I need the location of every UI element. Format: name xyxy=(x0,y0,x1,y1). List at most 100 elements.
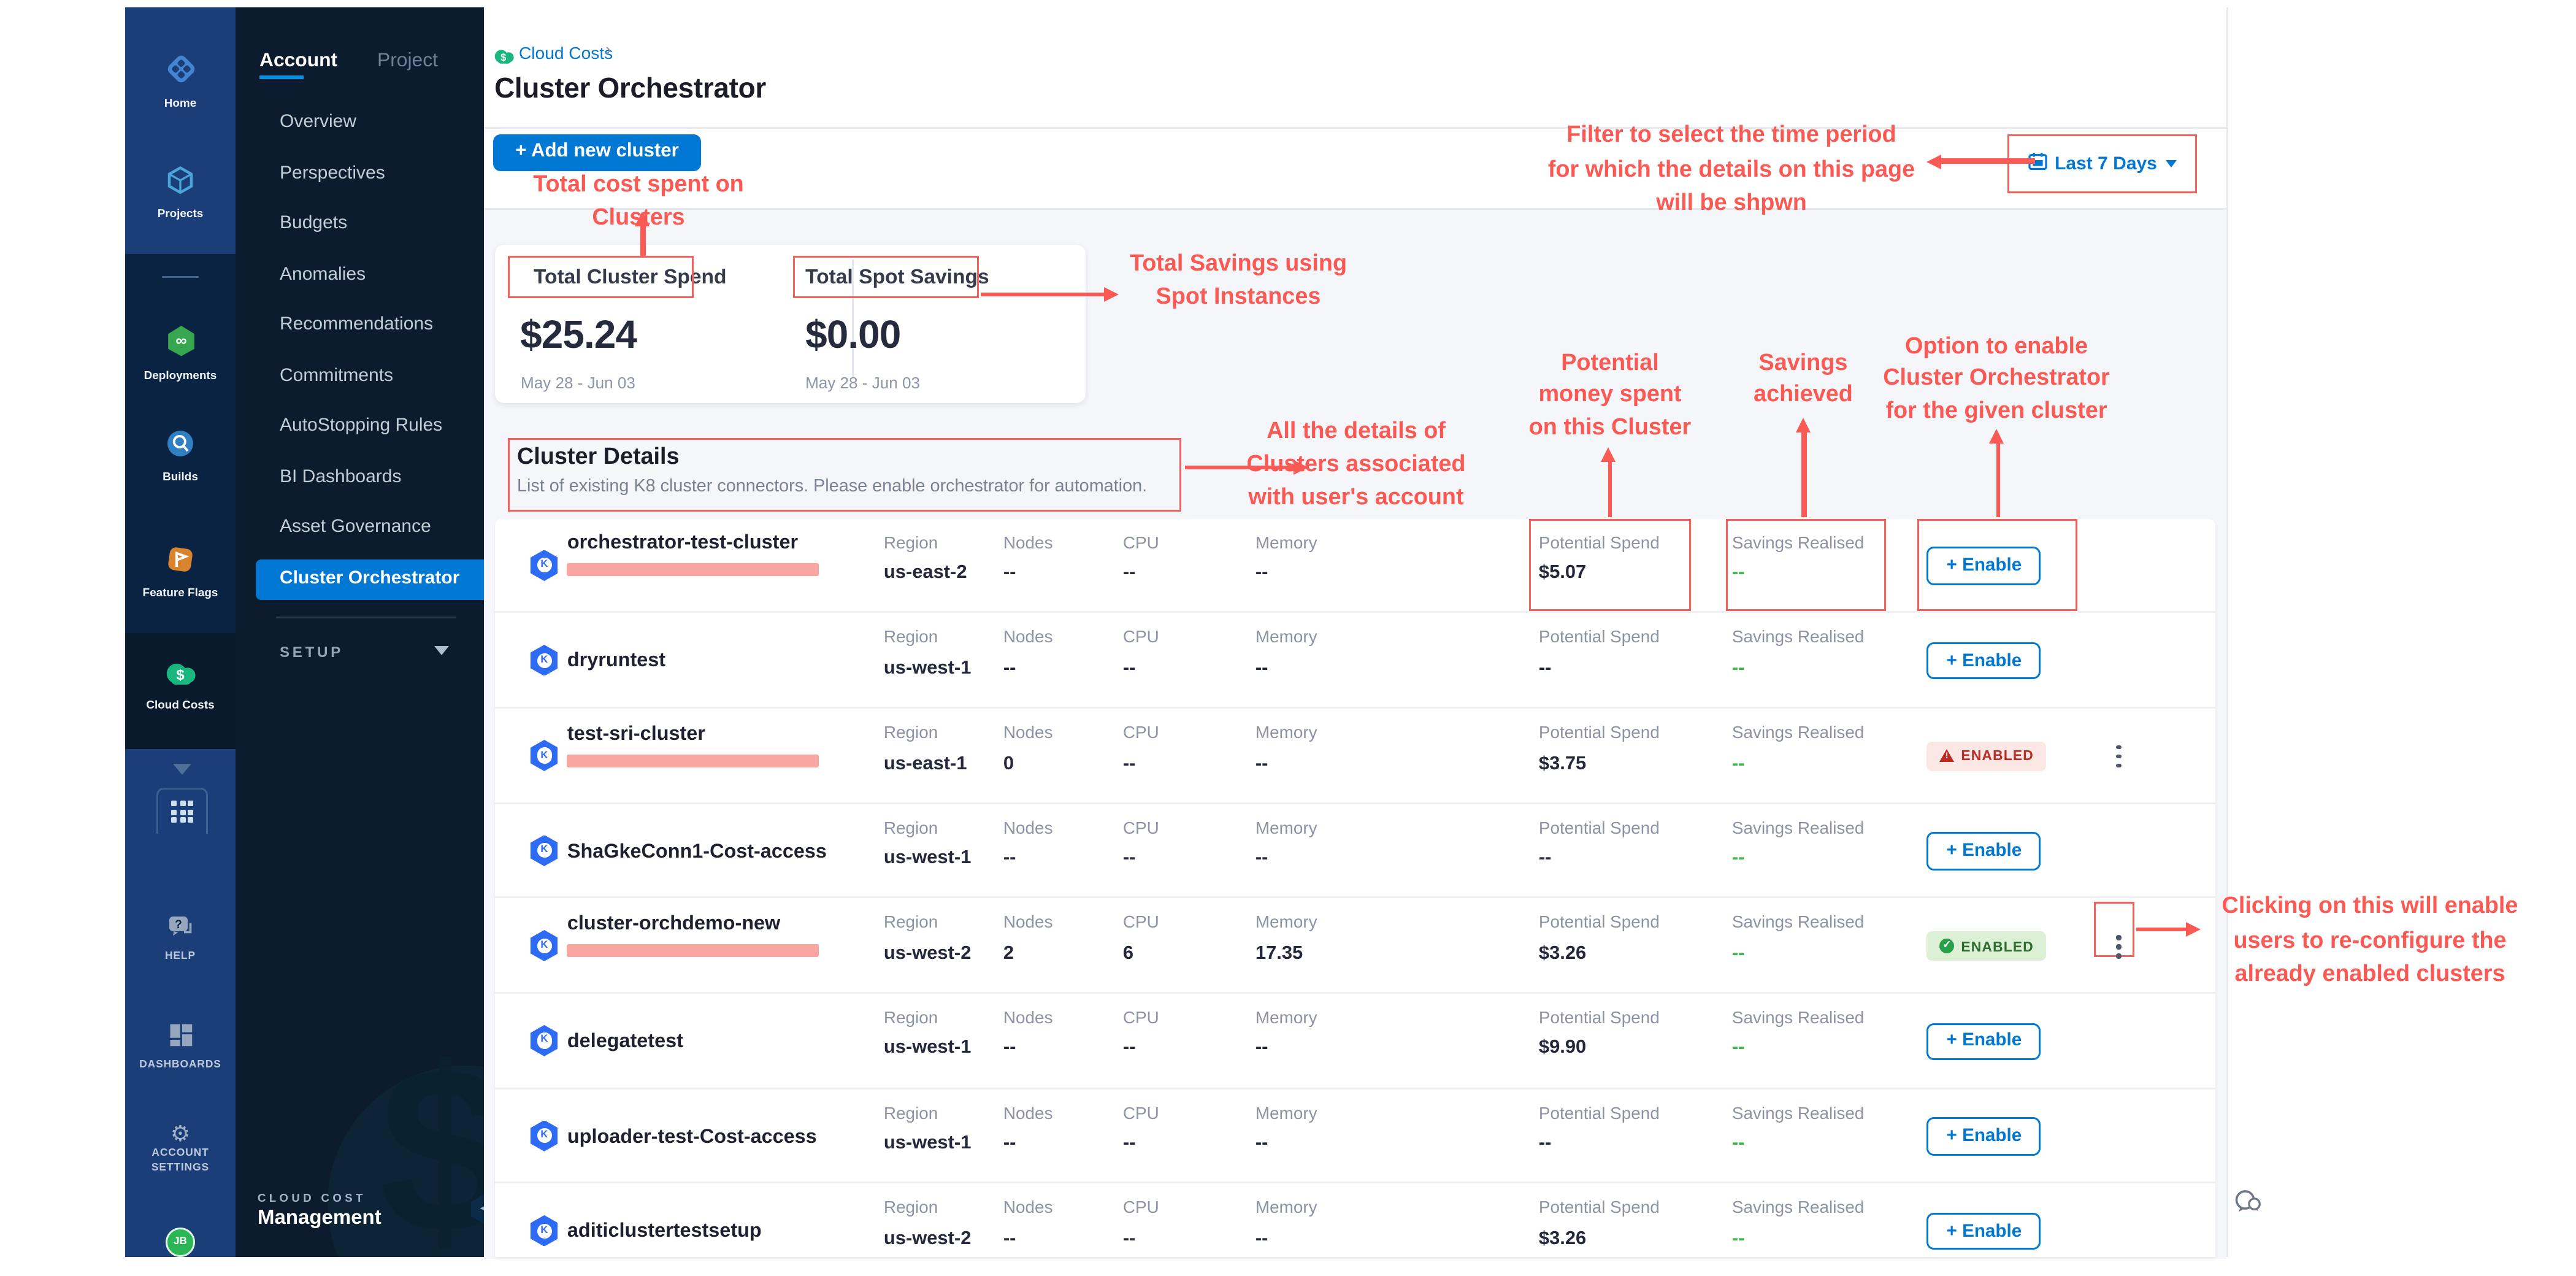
add-new-cluster-button[interactable]: + Add new cluster xyxy=(493,134,701,171)
cell-memory: -- xyxy=(1255,659,1268,679)
table-row[interactable]: K test-sri-cluster Region us-east-1 Node… xyxy=(496,709,2215,804)
sidebar-item-asset-governance[interactable]: Asset Governance xyxy=(280,510,431,547)
table-row[interactable]: K dryruntest Region us-west-1 Nodes -- C… xyxy=(496,613,2215,709)
sidebar-item-label: DASHBOARDS xyxy=(139,1060,221,1074)
sidebar-item-autostopping-rules[interactable]: AutoStopping Rules xyxy=(280,409,442,445)
date-range-picker[interactable]: Last 7 Days xyxy=(2055,154,2157,174)
table-row[interactable]: K cluster-orchdemo-new Region us-west-2 … xyxy=(496,899,2215,994)
breadcrumb[interactable]: Cloud Costs xyxy=(519,42,613,62)
total-cluster-spend-value: $25.24 xyxy=(520,313,637,359)
column-label-nodes: Nodes xyxy=(1003,1199,1053,1217)
arrow-shaft xyxy=(640,225,645,256)
enable-button[interactable]: + Enable xyxy=(1927,1118,2041,1155)
module-browser-button[interactable] xyxy=(156,788,208,834)
column-label-cpu: CPU xyxy=(1123,1009,1159,1027)
tab-project[interactable]: Project xyxy=(377,50,438,72)
home-icon xyxy=(165,53,196,94)
sidebar-item-cluster-orchestrator[interactable]: Cluster Orchestrator xyxy=(280,561,459,598)
chat-bubble-icon[interactable] xyxy=(2234,1189,2261,1224)
cell-cpu: -- xyxy=(1123,1229,1136,1249)
cell-nodes: -- xyxy=(1003,848,1016,869)
column-label-region: Region xyxy=(884,533,938,552)
user-avatar-item[interactable]: JB xyxy=(125,1228,236,1257)
k8s-cluster-icon: K xyxy=(531,930,558,961)
warning-icon xyxy=(1940,750,1955,763)
sidebar-item-recommendations[interactable]: Recommendations xyxy=(280,307,433,344)
deployments-icon: ∞ xyxy=(165,324,196,366)
column-label-cpu: CPU xyxy=(1123,533,1159,552)
svg-text:$: $ xyxy=(175,667,184,683)
column-label-potential-spend: Potential Spend xyxy=(1539,1199,1660,1217)
builds-icon xyxy=(166,429,195,467)
cloud-costs-submenu: $ Account Project Overview Perspectives … xyxy=(236,7,485,1258)
breadcrumb-cloud-costs-icon: $ xyxy=(493,40,515,74)
sidebar-item-account-settings[interactable]: ⚙ ACCOUNT SETTINGS xyxy=(125,1123,236,1176)
sidebar-item-perspectives[interactable]: Perspectives xyxy=(280,156,385,193)
chevron-down-icon[interactable] xyxy=(434,646,449,655)
arrow-shaft xyxy=(1801,431,1806,517)
sidebar-item-bi-dashboards[interactable]: BI Dashboards xyxy=(280,460,401,497)
column-label-nodes: Nodes xyxy=(1003,1009,1053,1027)
sidebar-item-help[interactable]: ? HELP xyxy=(125,915,236,966)
column-label-potential-spend: Potential Spend xyxy=(1539,913,1660,932)
column-label-potential-spend: Potential Spend xyxy=(1539,818,1660,837)
sidebar-item-label: Cloud Costs xyxy=(146,699,214,713)
sidebar-item-budgets[interactable]: Budgets xyxy=(280,206,347,243)
arrow-left-icon xyxy=(1926,154,1941,169)
column-label-savings-realised: Savings Realised xyxy=(1732,1104,1865,1122)
tab-account[interactable]: Account xyxy=(259,50,337,72)
table-row[interactable]: K delegatetest Region us-west-1 Nodes --… xyxy=(496,994,2215,1089)
setup-section-label[interactable]: SETUP xyxy=(280,644,343,661)
k8s-cluster-icon: K xyxy=(531,740,558,771)
sidebar-item-deployments[interactable]: ∞ Deployments xyxy=(125,324,236,384)
enable-button[interactable]: + Enable xyxy=(1927,832,2041,870)
column-label-nodes: Nodes xyxy=(1003,628,1053,647)
arrow-shaft xyxy=(1185,465,1295,470)
table-row[interactable]: K uploader-test-Cost-access Region us-we… xyxy=(496,1089,2215,1184)
chevron-down-icon[interactable] xyxy=(173,764,191,775)
feature-flags-icon xyxy=(166,545,195,583)
cell-cpu: -- xyxy=(1123,848,1136,869)
cell-potential-spend: -- xyxy=(1539,1134,1552,1154)
projects-icon xyxy=(166,166,195,204)
column-label-savings-realised: Savings Realised xyxy=(1732,818,1865,837)
enable-button[interactable]: + Enable xyxy=(1927,1023,2041,1060)
sidebar-item-home[interactable]: Home xyxy=(125,53,236,112)
column-label-region: Region xyxy=(884,1009,938,1027)
sidebar-item-dashboards[interactable]: DASHBOARDS xyxy=(125,1023,236,1074)
enable-button[interactable]: + Enable xyxy=(1927,1213,2041,1250)
sidebar-item-projects[interactable]: Projects xyxy=(125,166,236,222)
table-row[interactable]: K ShaGkeConn1-Cost-access Region us-west… xyxy=(496,804,2215,899)
cell-cpu: -- xyxy=(1123,1039,1136,1059)
sidebar-item-overview[interactable]: Overview xyxy=(280,105,356,142)
column-label-nodes: Nodes xyxy=(1003,1104,1053,1122)
cell-memory: -- xyxy=(1255,564,1268,584)
cell-memory: -- xyxy=(1255,1039,1268,1059)
total-cluster-spend-period: May 28 - Jun 03 xyxy=(521,374,635,392)
column-label-savings-realised: Savings Realised xyxy=(1732,913,1865,932)
column-label-savings-realised: Savings Realised xyxy=(1732,628,1865,647)
annotation-cluster-details: All the details of Clusters associated w… xyxy=(1200,414,1512,513)
sidebar-item-anomalies[interactable]: Anomalies xyxy=(280,258,366,294)
sidebar-item-feature-flags[interactable]: Feature Flags xyxy=(125,545,236,601)
avatar[interactable]: JB xyxy=(166,1228,195,1257)
arrow-shaft xyxy=(2136,927,2188,932)
brand-module-label: CLOUD COST xyxy=(258,1193,366,1205)
k8s-cluster-icon: K xyxy=(531,550,558,581)
kebab-menu-icon[interactable] xyxy=(2109,738,2129,775)
cell-potential-spend: $3.26 xyxy=(1539,944,1586,964)
enable-button[interactable]: + Enable xyxy=(1927,642,2041,680)
redacted-text-bar xyxy=(567,564,819,577)
cluster-name: ShaGkeConn1-Cost-access xyxy=(567,840,827,863)
cluster-name: dryruntest xyxy=(567,650,665,672)
enabled-badge-ok: ✓ENABLED xyxy=(1927,931,2047,961)
dashboards-icon xyxy=(169,1023,193,1056)
table-row[interactable]: K aditiclustertestsetup Region us-west-2… xyxy=(496,1184,2215,1258)
sidebar-item-commitments[interactable]: Commitments xyxy=(280,359,393,396)
table-row[interactable]: K orchestrator-test-cluster Region us-ea… xyxy=(496,518,2215,613)
sidebar-item-builds[interactable]: Builds xyxy=(125,429,236,485)
column-label-region: Region xyxy=(884,818,938,837)
column-label-savings-realised: Savings Realised xyxy=(1732,1009,1865,1027)
kebab-menu-icon[interactable] xyxy=(2109,928,2129,965)
sidebar-item-cloud-costs[interactable]: $ Cloud Costs xyxy=(125,661,236,713)
